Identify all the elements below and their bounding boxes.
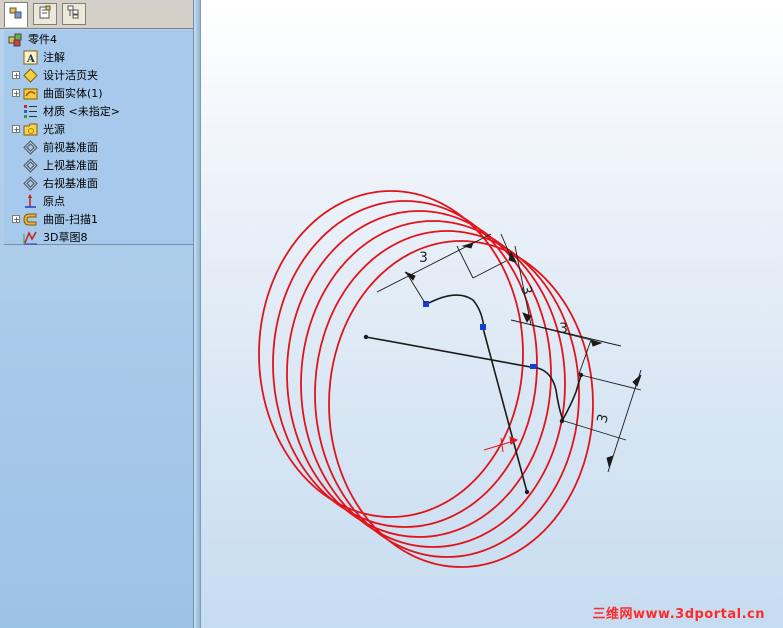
- tab-configuration-manager[interactable]: [62, 3, 86, 25]
- tree-item-label: 设计活页夹: [43, 69, 98, 82]
- graphics-viewport[interactable]: 3 3 3 3 三维网www.3dportal.cn: [201, 0, 783, 628]
- tree-root-part[interactable]: 零件4: [8, 30, 57, 48]
- property-icon: [38, 5, 52, 23]
- config-icon: [67, 5, 81, 23]
- tree-item-label: 曲面-扫描1: [43, 213, 98, 226]
- helix-coil[interactable]: [300, 220, 566, 548]
- dimension-label[interactable]: 3: [594, 412, 612, 425]
- design-binder-icon: [23, 67, 38, 83]
- feature-manager-panel: 零件4 A 注解 + 设计活页夹 + 曲面实体(1) 材质 <未指定> + 光源…: [0, 0, 201, 628]
- tree-item-surface-bodies[interactable]: + 曲面实体(1): [12, 84, 103, 102]
- sweep-surface-icon: [23, 212, 38, 227]
- material-icon: [23, 104, 38, 119]
- tree-item-origin[interactable]: 原点: [12, 192, 65, 210]
- expand-icon[interactable]: +: [12, 89, 20, 98]
- annotation-icon: A: [23, 50, 38, 65]
- helix-coil[interactable]: [272, 200, 538, 528]
- helix-coil[interactable]: [328, 240, 594, 568]
- tree-item-design-binder[interactable]: + 设计活页夹: [12, 66, 98, 84]
- tree-item-annotations[interactable]: A 注解: [12, 48, 65, 66]
- expand-icon[interactable]: +: [12, 71, 20, 80]
- feature-tree: 零件4 A 注解 + 设计活页夹 + 曲面实体(1) 材质 <未指定> + 光源…: [4, 30, 193, 245]
- expand-icon[interactable]: +: [12, 125, 20, 134]
- tree-item-material[interactable]: 材质 <未指定>: [12, 102, 120, 120]
- tree-item-right-plane[interactable]: 右视基准面: [12, 174, 98, 192]
- tab-feature-manager[interactable]: [4, 2, 28, 27]
- origin-icon: [23, 193, 38, 209]
- dimension-label[interactable]: 3: [559, 321, 568, 337]
- feature-tree-icon: [9, 6, 23, 24]
- tree-item-3d-sketch[interactable]: 3D草图8: [12, 228, 87, 246]
- 3d-sketch-icon: [23, 230, 38, 245]
- panel-splitter[interactable]: [193, 0, 200, 628]
- sketch-line-vertical[interactable]: [482, 327, 528, 493]
- tree-item-label: 原点: [43, 195, 65, 208]
- tree-root-label: 零件4: [28, 33, 57, 46]
- dimension-lines: [376, 233, 642, 473]
- tree-item-label: 前视基准面: [43, 141, 98, 154]
- tree-item-label: 注解: [43, 51, 65, 64]
- tree-item-label: 上视基准面: [43, 159, 98, 172]
- tree-item-label: 3D草图8: [43, 231, 88, 244]
- tree-item-sweep-surface[interactable]: + 曲面-扫描1: [12, 210, 98, 228]
- part-icon: [8, 32, 23, 47]
- plane-icon: [23, 157, 38, 173]
- tangency-marker[interactable]: [530, 364, 537, 369]
- plane-icon: [23, 175, 38, 191]
- tree-item-label: 光源: [43, 123, 65, 136]
- helix-sweep-surface[interactable]: [258, 190, 594, 568]
- tree-item-label: 曲面实体(1): [43, 87, 103, 100]
- surface-bodies-icon: [23, 86, 38, 101]
- origin-triad: [483, 436, 519, 453]
- model-canvas: 3 3 3 3: [258, 190, 642, 568]
- plane-icon: [23, 139, 38, 155]
- watermark-text: 三维网www.3dportal.cn: [592, 607, 765, 622]
- panel-tabs: [0, 0, 193, 29]
- helix-coil[interactable]: [258, 190, 524, 518]
- sketch-arc-left[interactable]: [424, 294, 485, 331]
- sketch-point[interactable]: [363, 334, 369, 340]
- tree-item-lights[interactable]: + 光源: [12, 120, 65, 138]
- tree-item-label: 右视基准面: [43, 177, 98, 190]
- lights-icon: [23, 122, 38, 137]
- svg-text:A: A: [26, 54, 35, 65]
- sketch-line-horizontal[interactable]: [365, 336, 537, 369]
- dimension-label[interactable]: 3: [419, 250, 428, 266]
- tangency-marker[interactable]: [480, 324, 486, 330]
- sketch-point[interactable]: [524, 489, 530, 495]
- tree-item-front-plane[interactable]: 前视基准面: [12, 138, 98, 156]
- tree-item-label: 材质 <未指定>: [43, 105, 120, 118]
- dimension-label[interactable]: 3: [517, 284, 535, 297]
- tab-property-manager[interactable]: [33, 3, 57, 25]
- expand-icon[interactable]: +: [12, 215, 20, 224]
- helix-coil[interactable]: [314, 230, 580, 558]
- tree-item-top-plane[interactable]: 上视基准面: [12, 156, 98, 174]
